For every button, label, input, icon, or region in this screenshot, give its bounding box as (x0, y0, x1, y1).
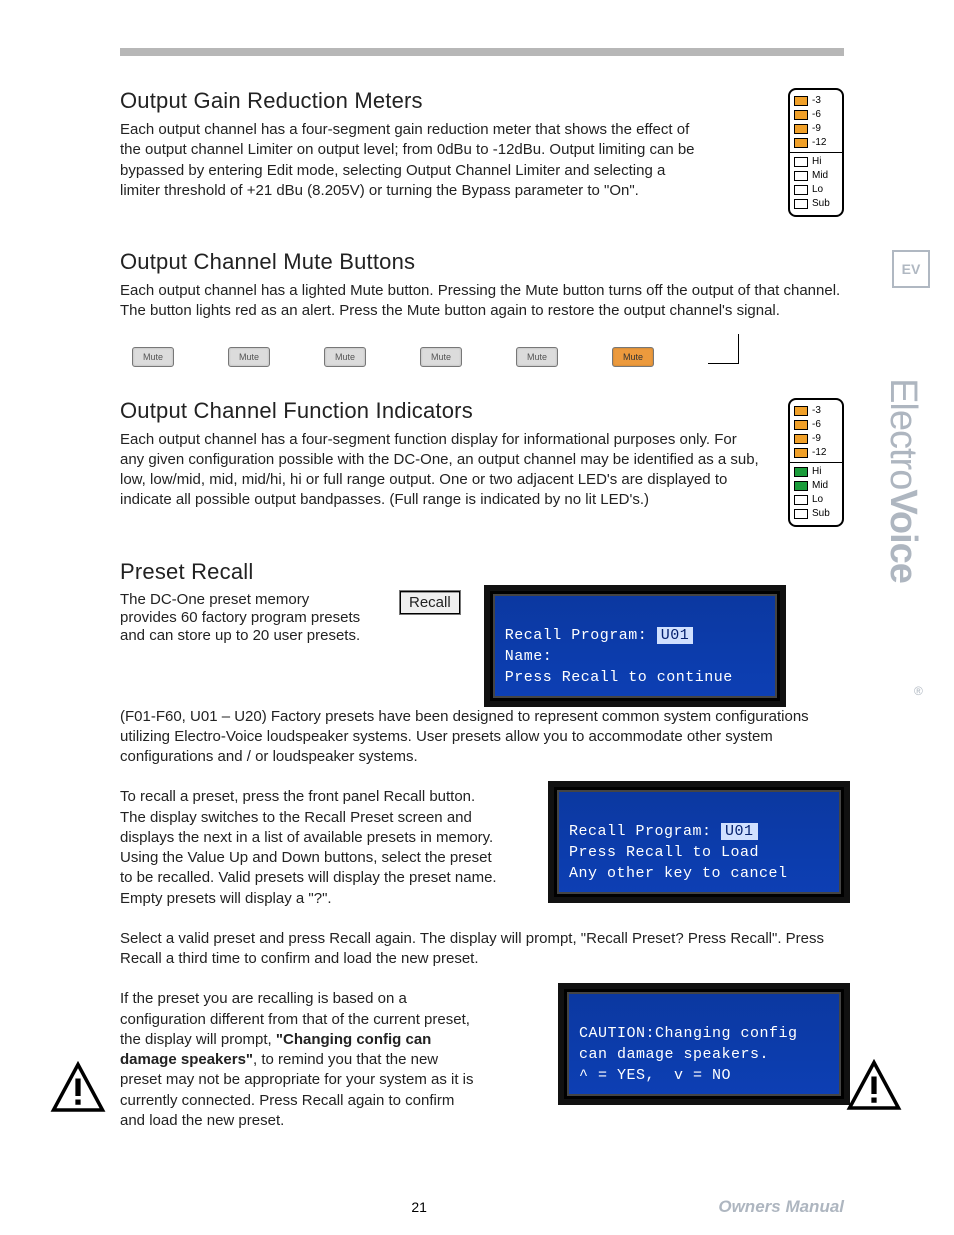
caution-icon (50, 1061, 106, 1117)
section-title: Output Channel Function Indicators (120, 398, 844, 424)
section-body: Each output channel has a lighted Mute b… (120, 281, 844, 322)
registered-mark: ® (914, 684, 923, 698)
gain-reduction-led-figure: -3 -6 -9 -12 Hi Mid Lo Sub (788, 88, 844, 217)
caution-icon (846, 1059, 902, 1115)
lcd-recall-2: Recall Program: U01 Press Recall to Load… (554, 787, 844, 897)
mute-button-label: Mute (143, 352, 163, 362)
section-mute-buttons: Output Channel Mute Buttons Each output … (120, 249, 844, 372)
led-label: Sub (812, 199, 830, 209)
page-number: 21 (120, 1199, 718, 1215)
led-label: Lo (812, 495, 823, 505)
led-label: -9 (812, 124, 821, 134)
section-function-indicators: -3 -6 -9 -12 Hi Mid Lo Sub Output Channe… (120, 398, 844, 533)
mute-button-label: Mute (335, 352, 355, 362)
led-label: Hi (812, 467, 821, 477)
function-indicator-led-figure: -3 -6 -9 -12 Hi Mid Lo Sub (788, 398, 844, 527)
section-title: Output Channel Mute Buttons (120, 249, 844, 275)
section-gain-reduction: -3 -6 -9 -12 Hi Mid Lo Sub Output Gain R… (120, 88, 844, 223)
preset-recall-p2: To recall a preset, press the front pane… (120, 787, 500, 909)
mute-button-label: Mute (623, 352, 643, 362)
section-body: Each output channel has a four-segment f… (120, 430, 760, 511)
preset-recall-p4: If the preset you are recalling is based… (120, 989, 480, 1131)
led-label: -6 (812, 110, 821, 120)
led-label: -6 (812, 420, 821, 430)
mute-button-label: Mute (239, 352, 259, 362)
mute-button-label: Mute (431, 352, 451, 362)
mute-button-active[interactable]: Mute (612, 347, 654, 367)
led-label: Hi (812, 157, 821, 167)
led-label: Mid (812, 171, 828, 181)
led-label: Sub (812, 509, 830, 519)
led-label: -12 (812, 138, 826, 148)
page-footer: 21 Owners Manual (0, 1197, 954, 1217)
mute-button[interactable]: Mute (132, 347, 174, 367)
mute-button-label: Mute (527, 352, 547, 362)
section-body: Each output channel has a four-segment g… (120, 120, 700, 201)
section-title: Output Gain Reduction Meters (120, 88, 844, 114)
recall-button[interactable]: Recall (400, 591, 460, 614)
page-top-rule (120, 48, 844, 56)
led-label: Lo (812, 185, 823, 195)
section-preset-recall: Preset Recall The DC-One preset memory p… (120, 559, 844, 1152)
mute-button[interactable]: Mute (228, 347, 270, 367)
preset-recall-p1-left: The DC-One preset memory provides 60 fac… (120, 591, 360, 644)
led-label: -3 (812, 96, 821, 106)
section-title: Preset Recall (120, 559, 844, 585)
preset-recall-p3: Select a valid preset and press Recall a… (120, 929, 844, 970)
led-label: Mid (812, 481, 828, 491)
mute-button[interactable]: Mute (516, 347, 558, 367)
brand-sidebar: EV ElectroVoice ® (872, 290, 932, 670)
lcd-recall-1: Recall Program: U01 Name: Press Recall t… (490, 591, 780, 701)
callout-connector (708, 342, 778, 372)
lcd-caution: CAUTION:Changing config can damage speak… (564, 989, 844, 1099)
owners-manual-label: Owners Manual (718, 1197, 844, 1217)
led-label: -12 (812, 448, 826, 458)
led-label: -3 (812, 406, 821, 416)
mute-button[interactable]: Mute (324, 347, 366, 367)
brand-ev-short: EV (892, 250, 930, 288)
mute-button[interactable]: Mute (420, 347, 462, 367)
led-label: -9 (812, 434, 821, 444)
